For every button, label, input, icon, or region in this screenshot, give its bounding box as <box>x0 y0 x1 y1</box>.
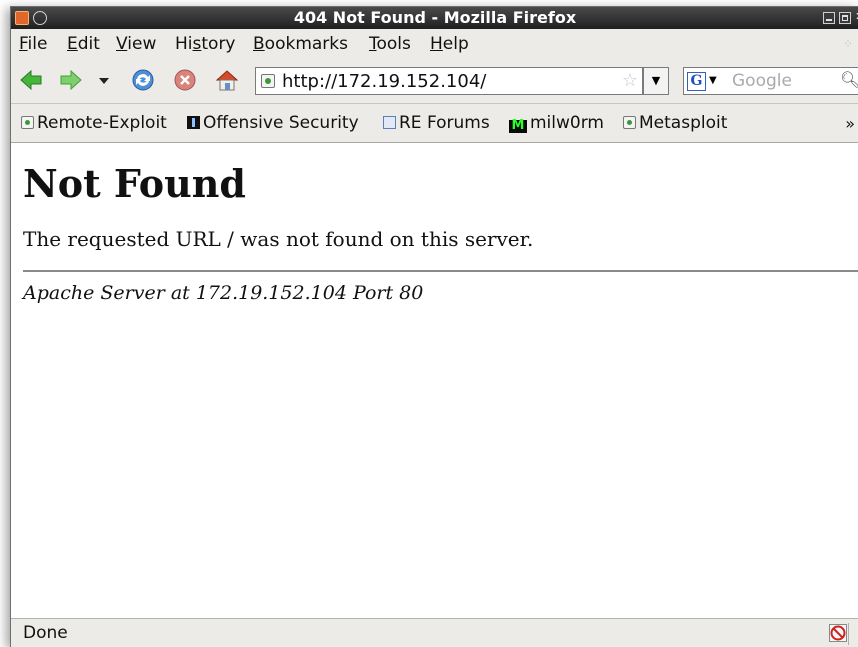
menu-bookmarks[interactable]: Bookmarks <box>253 34 348 54</box>
url-dropdown-button[interactable]: ▼ <box>643 67 669 95</box>
status-bar: Done <box>11 618 858 647</box>
chevron-down-icon: ▼ <box>709 75 717 86</box>
menu-bar: File Edit View History Bookmarks Tools H… <box>11 29 858 57</box>
bookmark-metasploit[interactable]: Metasploit <box>623 113 727 133</box>
forward-arrow-icon[interactable] <box>59 68 83 92</box>
bookmark-milw0rm[interactable]: Mmilw0rm <box>509 113 604 133</box>
page-content: Not Found The requested URL / was not fo… <box>11 142 858 618</box>
bookmark-remote-exploit[interactable]: Remote-Exploit <box>21 113 167 133</box>
milw0rm-icon: M <box>509 119 527 133</box>
bookmarks-toolbar: Remote-Exploit Offensive Security RE For… <box>11 103 858 142</box>
noscript-icon[interactable] <box>829 624 847 642</box>
activity-throbber-icon: ⁘ <box>843 37 854 51</box>
window-title: 404 Not Found - Mozilla Firefox <box>293 8 577 27</box>
maximize-button[interactable] <box>839 12 851 24</box>
search-icon[interactable]: 🔍︎ <box>840 70 858 89</box>
menu-tools[interactable]: Tools <box>369 34 411 54</box>
search-input[interactable] <box>732 70 832 92</box>
back-arrow-icon[interactable] <box>19 68 43 92</box>
site-identity-icon[interactable] <box>261 74 275 88</box>
reload-icon[interactable] <box>131 68 155 92</box>
search-engine-selector[interactable]: G ▼ <box>687 71 723 91</box>
address-bar[interactable]: http://172.19.152.104/ ☆ <box>255 67 643 95</box>
bookmark-offensive-security[interactable]: Offensive Security <box>187 113 359 133</box>
google-icon: G <box>687 72 706 91</box>
status-text: Done <box>23 623 68 643</box>
error-message: The requested URL / was not found on thi… <box>23 227 534 251</box>
menu-help[interactable]: Help <box>430 34 469 54</box>
page-icon <box>623 116 636 129</box>
menu-history[interactable]: History <box>175 34 236 54</box>
resize-grip[interactable] <box>848 623 858 645</box>
re-forums-icon <box>383 116 396 129</box>
divider <box>23 270 858 272</box>
title-bar: 404 Not Found - Mozilla Firefox ✕ <box>11 7 858 29</box>
bookmark-re-forums[interactable]: RE Forums <box>383 113 490 133</box>
page-heading: Not Found <box>23 161 246 206</box>
offsec-icon <box>187 116 200 129</box>
stop-icon[interactable] <box>173 68 197 92</box>
browser-window: 404 Not Found - Mozilla Firefox ✕ File E… <box>10 6 858 647</box>
navigation-toolbar: http://172.19.152.104/ ☆ ▼ G ▼ 🔍︎ <box>11 57 858 101</box>
url-text[interactable]: http://172.19.152.104/ <box>282 71 486 92</box>
history-dropdown-icon[interactable] <box>97 68 111 92</box>
home-icon[interactable] <box>215 68 239 92</box>
search-bar[interactable]: G ▼ 🔍︎ <box>683 67 858 95</box>
menu-edit[interactable]: Edit <box>67 34 100 54</box>
menu-file[interactable]: File <box>19 34 47 54</box>
server-signature: Apache Server at 172.19.152.104 Port 80 <box>23 282 424 304</box>
bookmark-star-icon[interactable]: ☆ <box>622 70 638 91</box>
minimize-button[interactable] <box>823 12 835 24</box>
menu-view[interactable]: View <box>116 34 156 54</box>
page-icon <box>21 116 34 129</box>
bookmarks-overflow-chevron[interactable]: » <box>845 114 855 133</box>
